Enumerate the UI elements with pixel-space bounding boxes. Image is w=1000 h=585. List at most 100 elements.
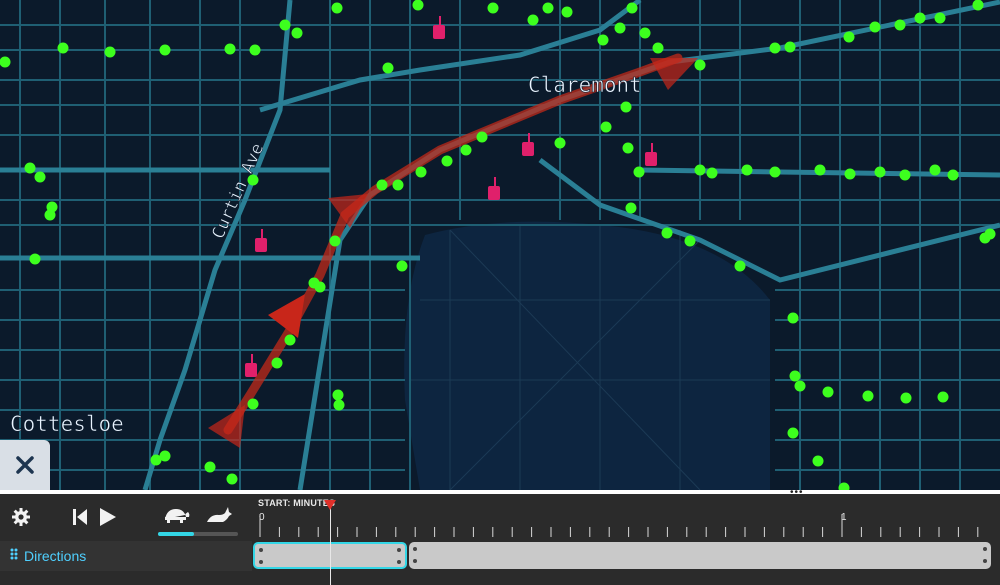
data-point [441,155,453,167]
data-point [224,43,236,55]
data-point [29,253,41,265]
playhead-line [329,502,331,585]
data-point [639,27,651,39]
track-row-directions[interactable]: Directions [0,541,252,571]
close-button[interactable] [0,440,50,490]
data-point [561,6,573,18]
gear-icon [12,508,30,526]
data-point [843,31,855,43]
data-point [741,164,753,176]
data-point [226,473,238,485]
data-point [622,142,634,154]
data-point [291,27,303,39]
data-point [937,391,949,403]
data-point [279,19,291,31]
data-point [914,12,926,24]
place-label-claremont: Claremont [528,73,642,97]
skip-back-button[interactable] [72,507,88,527]
data-point [844,168,856,180]
data-point [554,137,566,149]
speed-slider-fill [158,532,194,536]
data-point [684,235,696,247]
data-point [734,260,746,272]
skip-back-icon [73,509,87,525]
speed-slider[interactable] [158,532,238,536]
data-point [331,2,343,14]
drag-handle-icon[interactable] [10,547,18,565]
data-point [929,164,941,176]
close-icon [16,456,34,474]
map-view[interactable]: Claremont Cottesloe Curtin Ave [0,0,1000,490]
data-point [769,42,781,54]
data-point [787,427,799,439]
playback-panel: Directions START: MINUTES 0 1 [0,494,1000,585]
data-point [284,334,296,346]
data-point [271,357,283,369]
data-point [789,370,801,382]
data-point [787,312,799,324]
data-point [869,21,881,33]
data-point [34,171,46,183]
data-point [329,235,341,247]
slow-speed-button[interactable] [162,504,190,526]
data-point [0,56,11,68]
data-point [412,0,424,11]
data-point [249,44,261,56]
data-point [392,179,404,191]
data-point [694,59,706,71]
data-point [476,131,488,143]
data-point [706,167,718,179]
data-point [104,46,116,58]
data-point [633,166,645,178]
data-point [382,62,394,74]
data-point [694,164,706,176]
data-point [396,260,408,272]
data-point [614,22,626,34]
data-point [159,44,171,56]
data-point [247,398,259,410]
data-point [769,166,781,178]
rabbit-icon [207,507,232,522]
fast-speed-button[interactable] [205,504,233,526]
data-point [487,2,499,14]
data-point [597,34,609,46]
data-point [415,166,427,178]
data-point [542,2,554,14]
settings-button[interactable] [10,506,32,528]
data-point [527,14,539,26]
data-point [57,42,69,54]
data-point [822,386,834,398]
data-point [899,169,911,181]
data-point [314,281,326,293]
data-point [333,399,345,411]
timeline-ruler [259,514,979,537]
data-point [784,41,796,53]
data-point [874,166,886,178]
timeline[interactable]: START: MINUTES 0 1 [252,494,1000,585]
track-label: Directions [24,548,87,564]
data-point [44,209,56,221]
playback-controls [0,494,252,541]
data-point [159,450,171,462]
play-button[interactable] [98,506,118,528]
data-point [814,164,826,176]
data-point [332,389,344,401]
data-point [972,0,984,11]
playhead-marker-icon[interactable] [323,500,336,510]
data-point [376,179,388,191]
river-water [404,221,770,490]
data-point [626,2,638,14]
data-point [600,121,612,133]
data-point [794,380,806,392]
data-point [24,162,36,174]
data-point [984,228,996,240]
data-point [460,144,472,156]
data-point [812,455,824,467]
turtle-icon [165,509,190,523]
data-point [900,392,912,404]
place-label-cottesloe: Cottesloe [10,412,124,436]
data-point [862,390,874,402]
data-point [934,12,946,24]
timeline-segment[interactable] [409,542,991,569]
data-point [620,101,632,113]
